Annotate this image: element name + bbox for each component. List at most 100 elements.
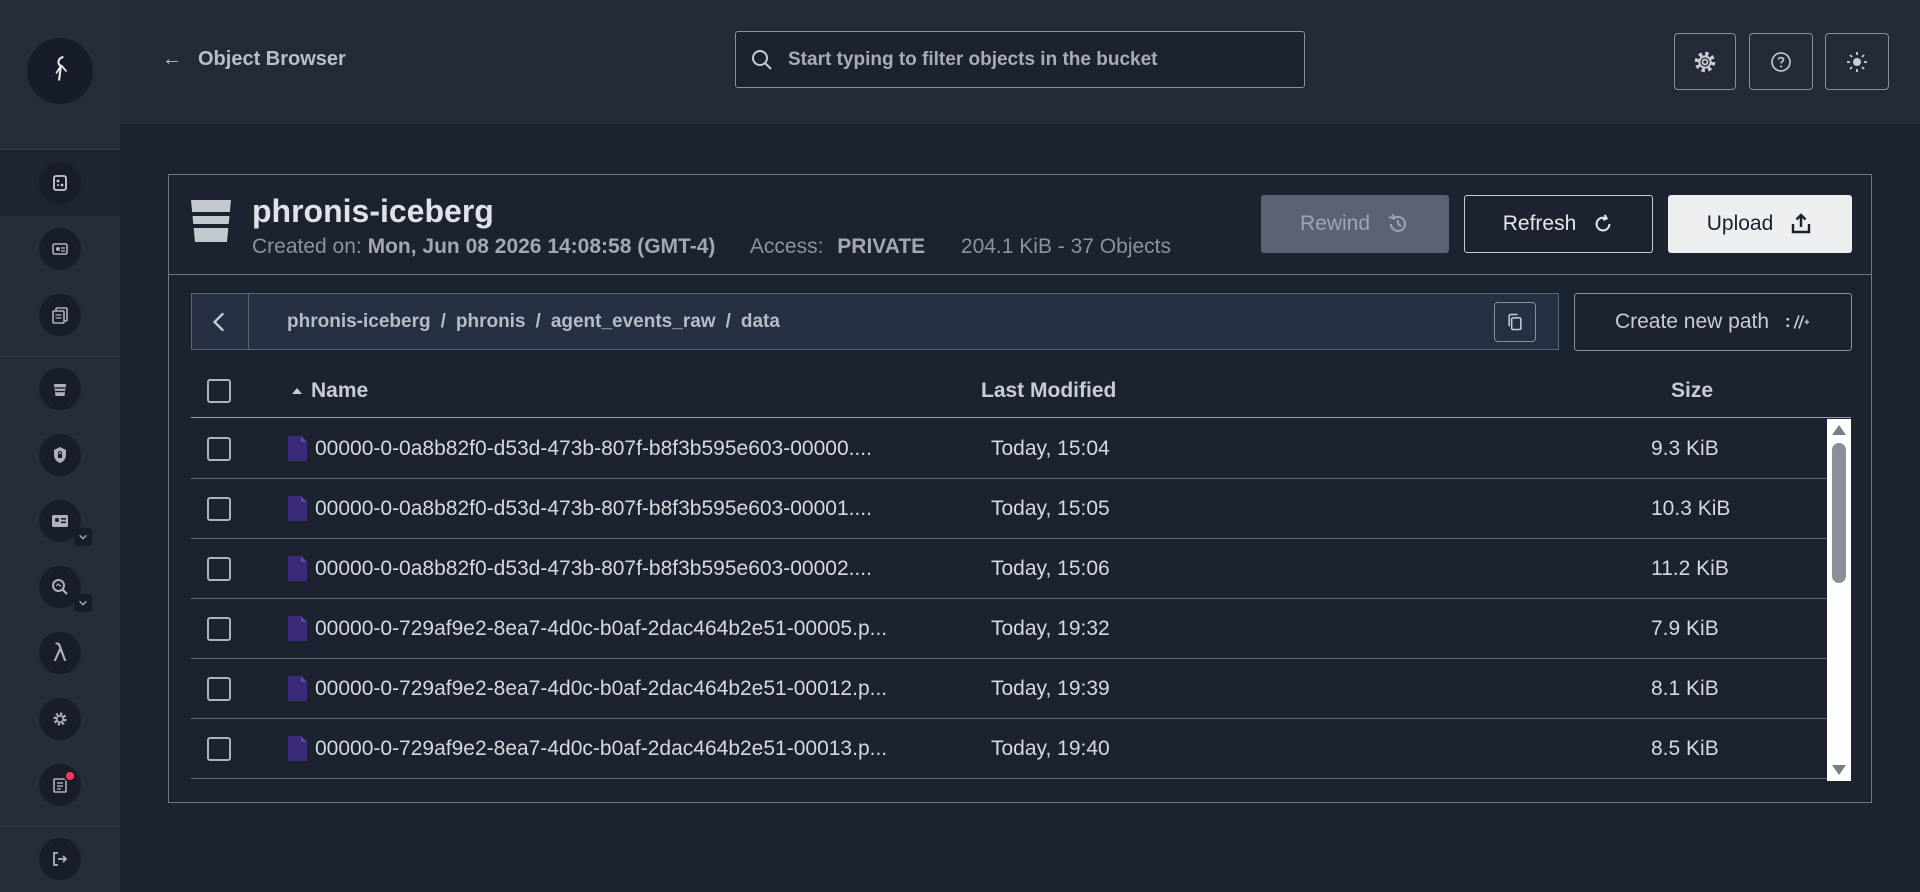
rewind-label: Rewind (1299, 212, 1371, 235)
file-name: 00000-0-0a8b82f0-d53d-473b-807f-b8f3b595… (315, 437, 872, 460)
file-size: 10.3 KiB (1651, 497, 1731, 520)
file-icon (288, 556, 307, 581)
lambda-icon[interactable]: λ (39, 632, 81, 674)
table-row[interactable]: 00000-0-729af9e2-8ea7-4d0c-b0af-2dac464b… (191, 599, 1831, 659)
history-icon (1388, 213, 1407, 232)
back-to-object-browser[interactable]: ← Object Browser (162, 48, 346, 71)
file-modified: Today, 15:05 (991, 497, 1110, 520)
column-header-size[interactable]: Size (1671, 379, 1713, 403)
gear-icon (1694, 51, 1716, 72)
create-new-path-button[interactable]: Create new path (1574, 293, 1852, 351)
bucket-header: phronis-iceberg Created on: Mon, Jun 08 … (169, 175, 1871, 275)
table-row[interactable]: 00000-0-0a8b82f0-d53d-473b-807f-b8f3b595… (191, 419, 1831, 479)
bucket-name: phronis-iceberg (252, 193, 494, 229)
file-modified: Today, 15:04 (991, 437, 1110, 460)
row-checkbox[interactable] (207, 557, 231, 581)
object-list: 00000-0-0a8b82f0-d53d-473b-807f-b8f3b595… (191, 419, 1831, 779)
row-checkbox[interactable] (207, 737, 231, 761)
file-icon (288, 436, 307, 461)
file-modified: Today, 19:39 (991, 677, 1110, 700)
chevron-down-icon[interactable] (74, 528, 92, 546)
file-size: 8.1 KiB (1651, 677, 1719, 700)
file-name: 00000-0-729af9e2-8ea7-4d0c-b0af-2dac464b… (315, 617, 888, 640)
scrollbar[interactable] (1827, 419, 1851, 781)
row-checkbox[interactable] (207, 497, 231, 521)
file-icon (288, 676, 307, 701)
new-path-icon (1786, 315, 1810, 329)
copy-path-button[interactable] (1494, 302, 1536, 342)
file-size: 8.5 KiB (1651, 737, 1719, 760)
column-header-name[interactable]: Name (291, 379, 368, 403)
settings-button[interactable] (1674, 33, 1736, 90)
refresh-icon (1595, 214, 1611, 232)
arrow-left-icon: ← (162, 48, 182, 70)
refresh-button[interactable]: Refresh (1464, 195, 1653, 253)
chevron-down-icon[interactable] (74, 594, 92, 612)
breadcrumb-back-button[interactable] (192, 294, 249, 349)
logout-icon[interactable] (39, 838, 81, 880)
table-row[interactable]: 00000-0-0a8b82f0-d53d-473b-807f-b8f3b595… (191, 539, 1831, 599)
breadcrumb-separator: / (725, 310, 731, 332)
row-checkbox[interactable] (207, 617, 231, 641)
sort-asc-icon (292, 388, 302, 394)
sidebar-divider (0, 826, 120, 827)
created-label: Created on: (252, 235, 362, 258)
file-size: 9.3 KiB (1651, 437, 1719, 460)
select-all-checkbox[interactable] (207, 379, 231, 403)
file-icon (288, 616, 307, 641)
back-label: Object Browser (198, 48, 346, 70)
license-icon[interactable] (39, 764, 81, 806)
access-label: Access: (749, 235, 824, 258)
sidebar: λ (0, 0, 120, 892)
breadcrumb-separator: / (535, 310, 541, 332)
minio-logo[interactable] (27, 38, 93, 104)
row-checkbox[interactable] (207, 437, 231, 461)
sun-icon (1847, 51, 1867, 72)
create-path-label: Create new path (1614, 310, 1770, 333)
table-row[interactable]: 00000-0-0a8b82f0-d53d-473b-807f-b8f3b595… (191, 479, 1831, 539)
top-header: ← Object Browser (120, 0, 1920, 124)
search-bar[interactable] (735, 31, 1305, 88)
file-modified: Today, 19:40 (991, 737, 1110, 760)
column-header-last-modified[interactable]: Last Modified (981, 379, 1116, 403)
help-icon (1771, 51, 1791, 72)
scroll-up-arrow-icon[interactable] (1832, 425, 1846, 435)
bucket-icon (191, 200, 231, 242)
table-row[interactable]: 00000-0-729af9e2-8ea7-4d0c-b0af-2dac464b… (191, 719, 1831, 779)
copy-icon (1508, 313, 1522, 331)
bucket-usage: 204.1 KiB - 37 Objects (960, 235, 1172, 258)
column-name-label: Name (311, 379, 369, 402)
breadcrumb-item[interactable]: phronis-iceberg (287, 311, 431, 333)
upload-label: Upload (1706, 212, 1774, 235)
table-row[interactable]: 00000-0-729af9e2-8ea7-4d0c-b0af-2dac464b… (191, 659, 1831, 719)
refresh-label: Refresh (1502, 212, 1577, 235)
scrollbar-thumb[interactable] (1832, 443, 1846, 583)
file-icon (288, 736, 307, 761)
bucket-icon[interactable] (39, 368, 81, 410)
file-icon (288, 496, 307, 521)
theme-toggle-button[interactable] (1825, 33, 1889, 90)
object-browser-icon[interactable] (39, 162, 81, 204)
minio-bird-icon (55, 56, 67, 81)
gear-icon[interactable] (39, 698, 81, 740)
chevron-left-icon (212, 311, 225, 332)
file-name: 00000-0-729af9e2-8ea7-4d0c-b0af-2dac464b… (315, 677, 888, 700)
scroll-down-arrow-icon[interactable] (1832, 765, 1846, 775)
upload-icon (1792, 213, 1811, 234)
id-card-icon[interactable] (39, 228, 81, 270)
rewind-button[interactable]: Rewind (1261, 195, 1449, 253)
breadcrumb-item[interactable]: phronis (456, 311, 526, 333)
bucket-meta: Created on: Mon, Jun 08 2026 14:08:58 (G… (252, 235, 1171, 259)
row-checkbox[interactable] (207, 677, 231, 701)
file-size: 7.9 KiB (1651, 617, 1719, 640)
breadcrumb-item[interactable]: data (741, 311, 780, 333)
file-modified: Today, 15:06 (991, 557, 1110, 580)
documents-icon[interactable] (39, 294, 81, 336)
upload-button[interactable]: Upload (1668, 195, 1852, 253)
table-header: Name Last Modified Size (191, 365, 1851, 418)
shield-icon[interactable] (39, 434, 81, 476)
file-name: 00000-0-0a8b82f0-d53d-473b-807f-b8f3b595… (315, 557, 872, 580)
breadcrumb-item[interactable]: agent_events_raw (551, 311, 716, 333)
search-input[interactable] (788, 48, 1268, 71)
help-button[interactable] (1749, 33, 1813, 90)
